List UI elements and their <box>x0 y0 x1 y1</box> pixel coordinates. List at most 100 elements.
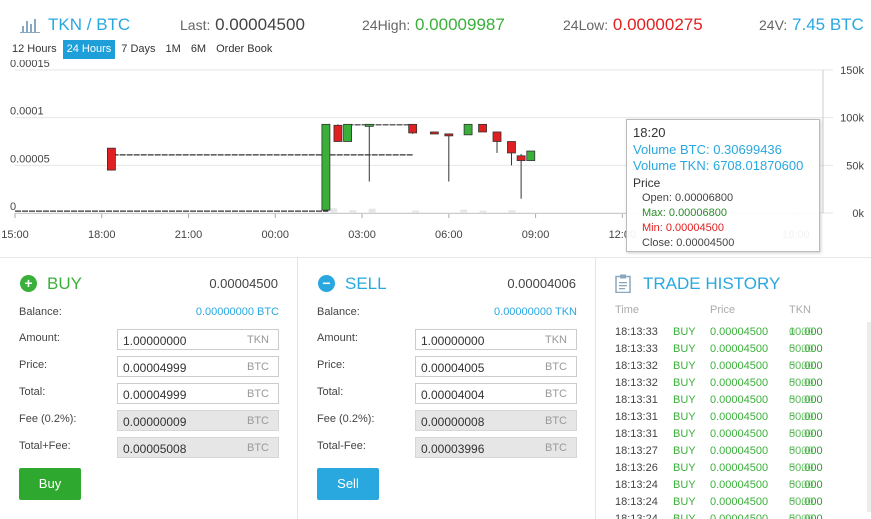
trade-history-title: TRADE HISTORY <box>643 274 781 293</box>
ticker-header: TKN / BTC Last: 0.00004500 24High: 0.000… <box>0 0 871 40</box>
y-tick-label: 0.00005 <box>10 153 50 165</box>
tooltip-time: 18:20 <box>633 125 666 140</box>
buy-net-label: Total+Fee: <box>19 440 71 452</box>
table-row[interactable]: 18:13:24 BUY 0.00004500 50.000 0000 <box>615 496 867 513</box>
buy-balance-value[interactable]: 0.00000000 BTC <box>196 306 279 318</box>
trade-amount-trailing: 0000 <box>789 462 814 474</box>
sell-fee-field: 0.00000008 BTC <box>415 410 577 431</box>
table-row[interactable]: 18:13:24 BUY 0.00004500 50.000 0000 <box>615 479 867 496</box>
buy-price-input[interactable]: 0.00004999 BTC <box>117 356 279 377</box>
candle-body <box>444 133 454 137</box>
tab-1m[interactable]: 1M <box>162 40 185 59</box>
table-row[interactable]: 18:13:33 BUY 0.00004500 50.000 0000 <box>615 343 867 360</box>
table-row[interactable]: 18:13:32 BUY 0.00004500 50.000 0000 <box>615 377 867 394</box>
trade-side: BUY <box>673 445 696 457</box>
buy-fee-field: 0.00000009 BTC <box>117 410 279 431</box>
trade-price: 0.00004500 <box>710 394 769 406</box>
trade-time: 18:13:24 <box>615 479 658 491</box>
trade-price: 0.00004500 <box>710 445 769 457</box>
trade-side: BUY <box>673 394 696 406</box>
buy-amount-input[interactable]: 1.00000000 TKN <box>117 329 279 350</box>
buy-price-row: Price: 0.00004999 BTC <box>19 356 279 378</box>
table-row[interactable]: 18:13:31 BUY 0.00004500 50.000 0000 <box>615 428 867 445</box>
candle-body <box>478 123 487 133</box>
trade-amount-trailing: 0000 <box>789 394 814 406</box>
clipboard-icon <box>615 274 631 293</box>
trade-time: 18:13:24 <box>615 513 658 519</box>
trade-side: BUY <box>673 411 696 423</box>
buy-balance-row: Balance: 0.00000000 BTC <box>19 303 279 325</box>
candle-body <box>507 141 516 154</box>
buy-balance-label: Balance: <box>19 306 62 318</box>
sell-balance-value[interactable]: 0.00000000 TKN <box>494 306 577 318</box>
minus-circle-icon: − <box>318 275 335 292</box>
trade-amount-trailing: 0000 <box>789 479 814 491</box>
last-price-label: Last: <box>180 17 211 33</box>
sell-amount-input[interactable]: 1.00000000 TKN <box>415 329 577 350</box>
volume-bar <box>330 208 338 213</box>
sell-total-row: Total: 0.00004004 BTC <box>317 383 577 405</box>
sell-net-value: 0.00003996 <box>421 442 485 456</box>
history-scrollbar[interactable] <box>867 322 871 512</box>
tooltip-open: Open: 0.00006800 <box>642 192 734 204</box>
trade-price: 0.00004500 <box>710 462 769 474</box>
trade-price: 0.00004500 <box>710 496 769 508</box>
tab-24-hours[interactable]: 24 Hours <box>62 40 116 59</box>
table-row[interactable]: 18:13:26 BUY 0.00004500 50.000 0000 <box>615 462 867 479</box>
buy-button[interactable]: Buy <box>19 468 81 500</box>
trade-price: 0.00004500 <box>710 343 769 355</box>
trade-amount-trailing: 0000 <box>789 445 814 457</box>
col-price-header: Price <box>710 304 736 316</box>
sell-panel: − SELL 0.00004006 Balance: 0.00000000 TK… <box>298 258 595 519</box>
table-row[interactable]: 18:13:24 BUY 0.00004500 50.000 0000 <box>615 513 867 519</box>
trade-side: BUY <box>673 496 696 508</box>
sell-best-price[interactable]: 0.00004006 <box>507 276 576 291</box>
y2-tick-label: 100k <box>840 113 864 125</box>
sell-total-value: 0.00004004 <box>421 388 485 402</box>
tab-order-book[interactable]: Order Book <box>212 40 276 59</box>
candle-body <box>516 155 526 161</box>
candle-body <box>107 147 116 171</box>
high-24h-value: 0.00009987 <box>415 15 505 34</box>
market-pair[interactable]: TKN / BTC <box>48 15 130 35</box>
sell-button[interactable]: Sell <box>317 468 379 500</box>
trade-side: BUY <box>673 479 696 491</box>
sell-price-input[interactable]: 0.00004005 BTC <box>415 356 577 377</box>
sell-net-field: 0.00003996 BTC <box>415 437 577 458</box>
sell-price-row: Price: 0.00004005 BTC <box>317 356 577 378</box>
table-row[interactable]: 18:13:32 BUY 0.00004500 50.000 0000 <box>615 360 867 377</box>
sell-amount-value: 1.00000000 <box>421 334 485 348</box>
table-row[interactable]: 18:13:27 BUY 0.00004500 50.000 0000 <box>615 445 867 462</box>
tab-7-days[interactable]: 7 Days <box>117 40 159 59</box>
buy-panel: + BUY 0.00004500 Balance: 0.00000000 BTC… <box>0 258 297 519</box>
y2-tick-label: 0k <box>852 208 864 220</box>
x-tick-label: 15:00 <box>1 229 29 241</box>
buy-total-unit: BTC <box>247 388 269 400</box>
trade-time: 18:13:32 <box>615 360 658 372</box>
tooltip-max: Max: 0.00006800 <box>642 207 728 219</box>
y-tick-label: 0.00015 <box>10 60 50 70</box>
tab-12-hours[interactable]: 12 Hours <box>8 40 61 59</box>
buy-best-price[interactable]: 0.00004500 <box>209 276 278 291</box>
sell-total-label: Total: <box>317 386 344 398</box>
bar-chart-icon <box>20 19 40 33</box>
sell-amount-label: Amount: <box>317 332 358 344</box>
trade-amount-trailing: 0000 <box>789 343 814 355</box>
sell-amount-row: Amount: 1.00000000 TKN <box>317 329 577 351</box>
table-row[interactable]: 18:13:31 BUY 0.00004500 50.000 0000 <box>615 394 867 411</box>
sell-total-input[interactable]: 0.00004004 BTC <box>415 383 577 404</box>
buy-total-input[interactable]: 0.00004999 BTC <box>117 383 279 404</box>
table-row[interactable]: 18:13:33 BUY 0.00004500 10.000 0000 <box>615 326 867 343</box>
table-row[interactable]: 18:13:31 BUY 0.00004500 50.000 0000 <box>615 411 867 428</box>
trade-side: BUY <box>673 462 696 474</box>
trade-history-panel: TRADE HISTORY Time Price TKN 18:13:33 BUY… <box>596 258 871 519</box>
volume-bar <box>508 210 516 213</box>
buy-net-field: 0.00005008 BTC <box>117 437 279 458</box>
buy-amount-label: Amount: <box>19 332 60 344</box>
tab-6m[interactable]: 6M <box>187 40 210 59</box>
tooltip-close: Close: 0.00004500 <box>642 237 735 249</box>
sell-title: SELL <box>345 274 387 293</box>
y2-tick-label: 150k <box>840 65 864 77</box>
high-24h-label: 24High: <box>362 17 411 33</box>
candle-body <box>321 123 331 211</box>
